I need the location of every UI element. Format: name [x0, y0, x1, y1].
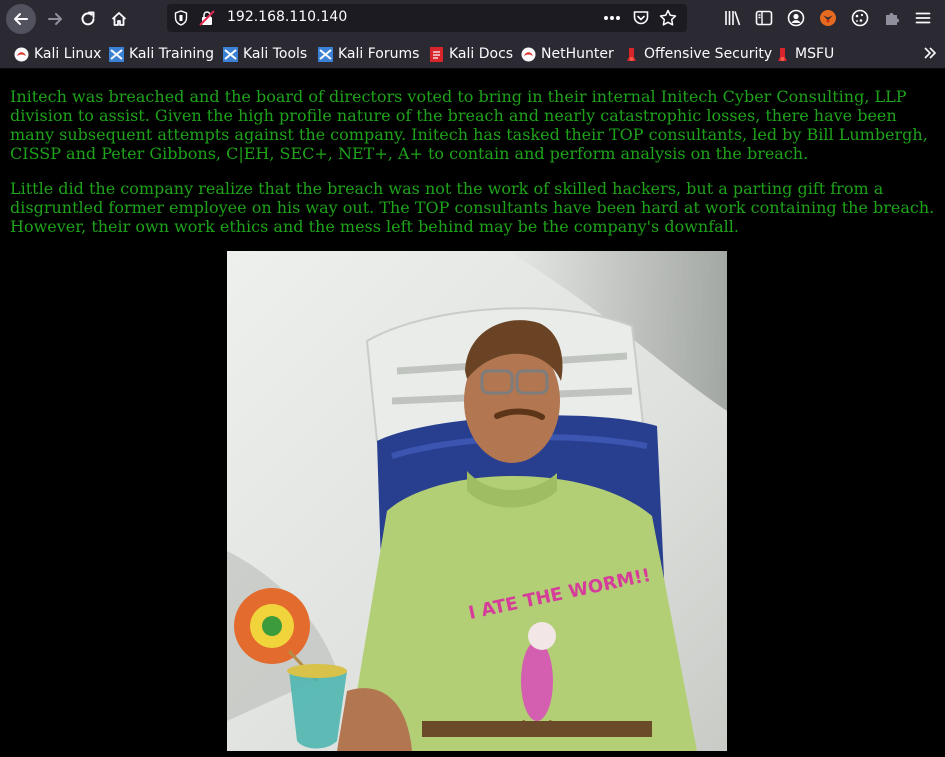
url-bar[interactable]: 192.168.110.140 [167, 4, 687, 32]
back-button[interactable] [6, 4, 36, 34]
forward-button[interactable] [40, 4, 70, 34]
bookmark-label: NetHunter [541, 46, 614, 62]
kali-training-icon [109, 46, 124, 62]
reload-button[interactable] [73, 4, 103, 34]
bookmark-label: Kali Linux [34, 46, 102, 62]
bookmark-label: Kali Tools [243, 46, 308, 62]
bookmark-kali-forums[interactable]: Kali Forums [318, 45, 419, 63]
kali-tools-icon [223, 46, 238, 62]
story-paragraph: Little did the company realize that the … [10, 179, 935, 236]
back-arrow-icon [14, 13, 28, 25]
cookie-icon[interactable] [851, 9, 869, 27]
bookmark-nethunter[interactable]: NetHunter [521, 45, 614, 63]
offsec-icon [627, 47, 636, 61]
kali-docs-icon [430, 46, 443, 62]
url-text[interactable]: 192.168.110.140 [227, 9, 347, 25]
account-icon[interactable] [787, 9, 805, 27]
bookmark-kali-tools[interactable]: Kali Tools [223, 45, 307, 63]
bookmark-label: Offensive Security [644, 46, 773, 62]
bookmark-kali-linux[interactable]: Kali Linux [14, 45, 101, 63]
reload-icon [81, 11, 95, 26]
kali-dragon-icon [14, 47, 29, 61]
home-button[interactable] [104, 4, 134, 34]
beach-chair-photo: I ATE THE WORM!! [227, 251, 727, 751]
bookmark-msfu[interactable]: MSFU [775, 45, 834, 63]
intro-paragraph: Initech was breached and the board of di… [10, 87, 928, 163]
pocket-icon[interactable] [632, 9, 650, 27]
extension-fox-icon[interactable] [819, 9, 837, 27]
forward-arrow-icon [48, 13, 62, 25]
bookmark-offensive-security[interactable]: Offensive Security [624, 45, 772, 63]
kali-forums-icon [318, 46, 333, 62]
tracking-shield-icon[interactable] [173, 10, 189, 26]
bookmark-label: MSFU [795, 46, 835, 62]
bookmark-label: Kali Forums [338, 46, 420, 62]
bookmark-star-icon[interactable] [659, 9, 677, 27]
bookmark-label: Kali Training [129, 46, 214, 62]
bookmark-kali-docs[interactable]: Kali Docs [429, 45, 513, 63]
bookmark-label: Kali Docs [449, 46, 514, 62]
page-content: Initech was breached and the board of di… [0, 69, 945, 757]
bookmarks-toolbar: Kali Linux Kali Training Kali Tools Kali… [0, 37, 945, 69]
browser-toolbar: 192.168.110.140 [0, 0, 945, 37]
home-icon [111, 12, 127, 26]
bookmark-kali-training[interactable]: Kali Training [109, 45, 214, 63]
nethunter-icon [521, 47, 536, 61]
page-actions-icon[interactable] [603, 10, 621, 26]
library-icon[interactable] [724, 9, 742, 27]
insecure-connection-icon[interactable] [199, 10, 215, 26]
sidebar-icon[interactable] [755, 9, 773, 27]
msfu-icon [778, 47, 787, 61]
extension-puzzle-icon[interactable] [883, 9, 901, 27]
hamburger-menu-icon[interactable] [914, 9, 932, 27]
bookmarks-overflow-chevron-icon[interactable] [922, 45, 938, 61]
